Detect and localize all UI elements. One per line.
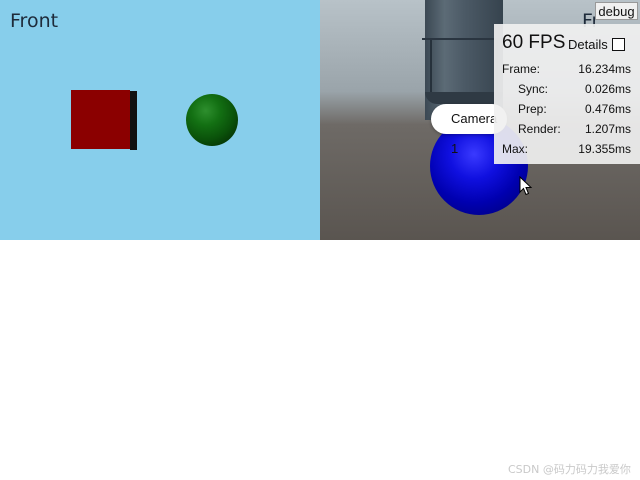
details-checkbox[interactable] — [612, 38, 625, 51]
red-cube — [71, 90, 130, 149]
watermark: CSDN @码力码力我爱你 — [508, 463, 631, 476]
stat-label: Prep: — [518, 102, 547, 116]
green-sphere — [186, 94, 238, 146]
left-viewport[interactable]: Front — [0, 0, 320, 240]
arrow-cursor-icon — [519, 176, 533, 196]
stat-value: 0.476ms — [584, 102, 631, 116]
debug-button[interactable]: debug — [595, 2, 638, 20]
viewport-title-front: Front — [10, 10, 59, 32]
details-label: Details — [568, 37, 608, 52]
stat-value: 1.207ms — [584, 122, 631, 136]
stats-panel: 60 FPS Details Frame: 16.234ms Sync: 0.0… — [494, 24, 640, 164]
stat-value: 0.026ms — [584, 82, 631, 96]
cylinder-bottom — [425, 92, 503, 104]
stat-label: Sync: — [518, 82, 549, 96]
fps-counter: 60 FPS — [502, 32, 566, 53]
stat-label: Frame: — [502, 62, 541, 76]
stat-label: Max: — [502, 142, 529, 156]
stat-value: 16.234ms — [578, 62, 631, 76]
red-cube-side — [130, 91, 137, 150]
stat-label: Render: — [518, 122, 561, 136]
stat-value: 19.355ms — [578, 142, 631, 156]
cylinder-groove — [430, 40, 432, 92]
